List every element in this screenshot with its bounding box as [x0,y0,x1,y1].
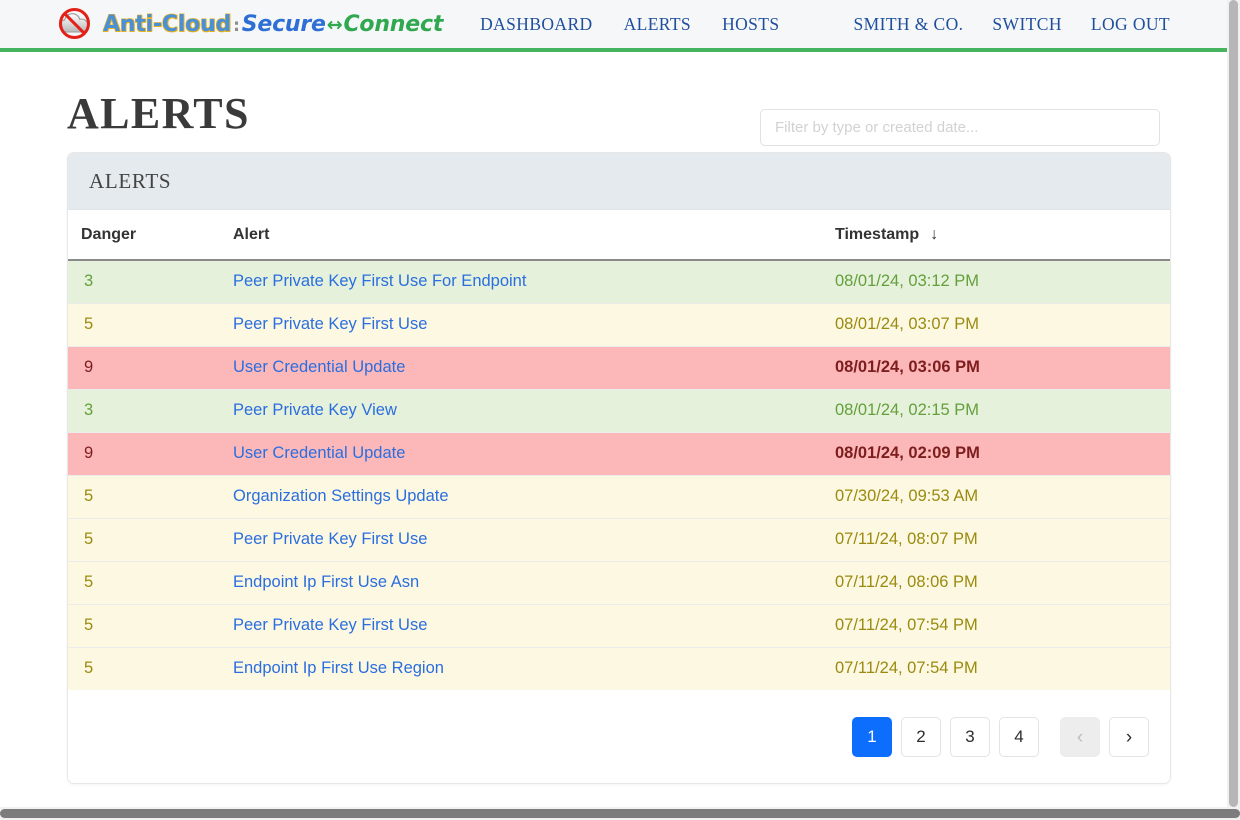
cell-alert: Endpoint Ip First Use Asn [233,561,823,605]
table-row[interactable]: 5 Peer Private Key First Use 07/11/24, 08:… [68,518,1170,562]
alert-link[interactable]: Peer Private Key First Use [233,530,427,548]
column-header-timestamp[interactable]: Timestamp ↓ [823,210,1170,261]
cell-danger: 5 [68,475,233,519]
column-header-danger-label: Danger [81,226,137,243]
pagination-prev-button: ‹ [1060,717,1100,757]
nav-switch[interactable]: SWITCH [992,14,1061,35]
cell-timestamp: 07/11/24, 07:54 PM [835,659,978,677]
column-header-timestamp-label: Timestamp [835,226,920,243]
main-content: ALERTS ALERTS Danger Alert [0,56,1227,784]
alert-link[interactable]: Peer Private Key View [233,401,397,419]
double-arrow-icon: ↔ [326,13,343,36]
alert-link[interactable]: Peer Private Key First Use For Endpoint [233,272,526,290]
table-row[interactable]: 5 Peer Private Key First Use 08/01/24, 03:… [68,303,1170,347]
table-row[interactable]: 3 Peer Private Key First Use For Endpoint… [68,260,1170,304]
column-header-danger[interactable]: Danger [68,210,233,261]
cell-timestamp: 08/01/24, 02:15 PM [823,389,1170,433]
cell-danger: 5 [68,604,233,648]
page-title: ALERTS [67,89,250,138]
cell-timestamp: 08/01/24, 03:12 PM [823,260,1170,304]
sort-descending-icon[interactable]: ↓ [919,226,938,243]
horizontal-scrollbar-thumb[interactable] [0,809,1240,818]
table-row[interactable]: 5 Endpoint Ip First Use Asn 07/11/24, 08:0… [68,561,1170,605]
nav-dashboard[interactable]: DASHBOARD [480,14,593,35]
pagination-next-button[interactable]: › [1109,717,1149,757]
pagination-page-4[interactable]: 4 [999,717,1039,757]
brand-wordmark: Anti-Cloud:Secure↔Connect [103,12,443,37]
brand-connect: Connect [343,11,444,37]
brand-separator: : [233,15,240,36]
alerts-table-body: 3 Peer Private Key First Use For Endpoint… [68,260,1170,690]
main-nav: DASHBOARD ALERTS HOSTS SMITH & CO. SWITC… [480,14,1227,35]
table-row[interactable]: 9 User Credential Update 08/01/24, 03:06 P… [68,346,1170,390]
cell-danger: 9 [68,432,233,476]
nav-primary-group: DASHBOARD ALERTS HOSTS [480,14,779,35]
table-row[interactable]: 5 Endpoint Ip First Use Region 07/11/24, 0… [68,647,1170,691]
pagination-page-1[interactable]: 1 [852,717,892,757]
cell-alert: Peer Private Key First Use [233,518,823,562]
no-cloud-icon [56,7,94,41]
alert-link[interactable]: Peer Private Key First Use [233,315,427,333]
nav-alerts[interactable]: ALERTS [624,14,691,35]
cell-timestamp: 08/01/24, 03:07 PM [823,303,1170,347]
pagination-page-2[interactable]: 2 [901,717,941,757]
cell-alert: User Credential Update [233,346,823,390]
cell-danger: 5 [68,518,233,562]
column-header-alert-label: Alert [233,226,270,243]
cell-alert: Peer Private Key View [233,389,823,433]
alert-link[interactable]: User Credential Update [233,358,405,376]
page-root: Anti-Cloud:Secure↔Connect DASHBOARD ALER… [0,0,1240,820]
nav-org-smith-and-co[interactable]: SMITH & CO. [854,14,964,35]
page-header-row: ALERTS [56,56,1171,152]
alert-link[interactable]: Peer Private Key First Use [233,616,427,634]
alerts-card-header: ALERTS [68,153,1170,210]
alerts-table: Danger Alert Timestamp ↓ 3 Peer Private Ke… [68,210,1170,690]
cell-danger: 9 [68,346,233,390]
alert-link[interactable]: Organization Settings Update [233,487,449,505]
alert-link[interactable]: User Credential Update [233,444,405,462]
table-header-row: Danger Alert Timestamp ↓ [68,210,1170,261]
alerts-table-head: Danger Alert Timestamp ↓ [68,210,1170,261]
alerts-card-title: ALERTS [89,168,172,193]
vertical-scrollbar[interactable] [1227,0,1240,807]
cell-timestamp: 08/01/24, 03:06 PM [823,346,1170,390]
cell-alert: Endpoint Ip First Use Region [233,648,823,691]
cell-timestamp: 07/11/24, 08:07 PM [823,518,1170,562]
cell-danger: 5 [84,659,94,677]
filter-input[interactable] [760,109,1160,146]
nav-hosts[interactable]: HOSTS [722,14,779,35]
cell-danger: 3 [68,260,233,304]
cell-alert: Peer Private Key First Use [233,303,823,347]
nav-log-out[interactable]: LOG OUT [1091,14,1170,35]
cell-timestamp: 07/30/24, 09:53 AM [823,475,1170,519]
column-header-alert[interactable]: Alert [233,210,823,261]
brand-anti-cloud: Anti-Cloud [103,11,232,37]
cell-timestamp: 07/11/24, 08:06 PM [823,561,1170,605]
cell-timestamp: 07/11/24, 07:54 PM [823,604,1170,648]
top-navigation-bar: Anti-Cloud:Secure↔Connect DASHBOARD ALER… [0,0,1227,52]
cell-danger: 5 [68,303,233,347]
pagination: 1 2 3 4 ‹ › [68,690,1170,783]
cell-danger: 5 [68,561,233,605]
alerts-card: ALERTS Danger Alert Timestamp ↓ 3 Peer P… [67,152,1171,784]
nav-secondary-group: SMITH & CO. SWITCH LOG OUT [854,14,1171,35]
table-row[interactable]: 5 Organization Settings Update 07/30/24, 0… [68,475,1170,519]
pagination-page-3[interactable]: 3 [950,717,990,757]
horizontal-scrollbar[interactable] [0,807,1240,820]
cell-alert: User Credential Update [233,432,823,476]
alert-link[interactable]: Endpoint Ip First Use Region [233,659,444,677]
brand-logo-link[interactable]: Anti-Cloud:Secure↔Connect [56,7,443,41]
cell-timestamp: 08/01/24, 02:09 PM [823,432,1170,476]
cell-alert: Organization Settings Update [233,475,823,519]
brand-secure: Secure [241,11,326,37]
alert-link[interactable]: Endpoint Ip First Use Asn [233,573,419,591]
vertical-scrollbar-thumb[interactable] [1229,0,1238,807]
table-row[interactable]: 3 Peer Private Key View 08/01/24, 02:15 PM [68,389,1170,433]
cell-danger: 3 [68,389,233,433]
table-row[interactable]: 5 Peer Private Key First Use 07/11/24, 07:… [68,604,1170,648]
cell-alert: Peer Private Key First Use For Endpoint [233,260,823,304]
table-row[interactable]: 9 User Credential Update 08/01/24, 02:09 P… [68,432,1170,476]
cell-alert: Peer Private Key First Use [233,604,823,648]
